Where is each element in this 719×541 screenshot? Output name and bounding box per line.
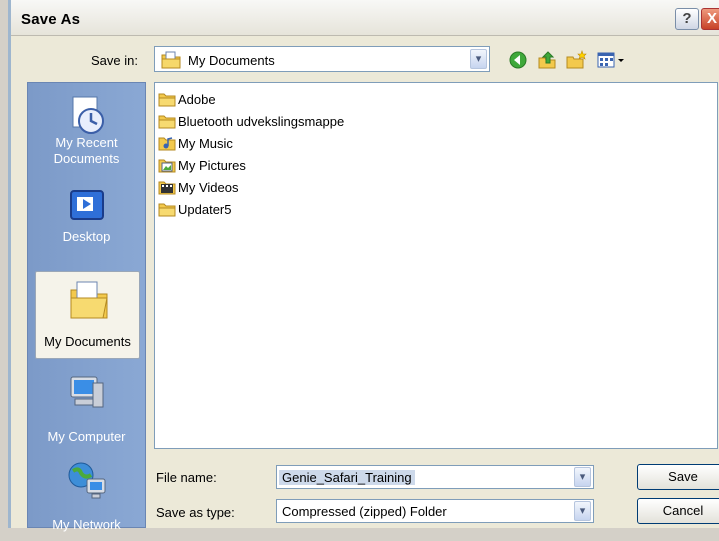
folder-icon [158, 201, 176, 220]
save-in-label: Save in: [91, 53, 138, 68]
place-my-computer[interactable]: My Computer [28, 365, 145, 453]
place-label: My Network [52, 517, 121, 532]
my-network-icon [65, 459, 109, 506]
close-button[interactable]: X [701, 8, 719, 30]
save-as-type-dropdown[interactable]: Compressed (zipped) Folder ▾ [276, 499, 594, 523]
place-label: My Computer [47, 429, 126, 444]
save-as-type-value: Compressed (zipped) Folder [282, 504, 447, 519]
chevron-down-icon[interactable]: ▾ [470, 49, 487, 69]
new-folder-icon[interactable] [565, 50, 587, 70]
my-documents-small-icon [161, 51, 181, 72]
save-in-dropdown[interactable]: My Documents ▾ [154, 46, 490, 72]
my-computer-icon [65, 371, 109, 418]
file-name: Bluetooth udvekslingsmappe [178, 114, 345, 129]
file-name: My Music [178, 136, 233, 151]
places-bar: My Recent Documents Desktop My Documents… [27, 82, 146, 532]
recent-documents-icon [65, 93, 109, 140]
place-label: My Recent Documents [53, 135, 120, 166]
desktop-icon [65, 187, 109, 230]
file-list[interactable]: Adobe Bluetooth udvekslingsmappe My Musi… [154, 82, 718, 449]
chevron-down-icon[interactable]: ▾ [574, 467, 591, 487]
file-name: Adobe [178, 92, 216, 107]
videos-folder-icon [158, 179, 176, 198]
place-label: My Documents [44, 334, 131, 349]
cancel-button[interactable]: Cancel [637, 498, 719, 524]
file-name: Updater5 [178, 202, 232, 217]
place-desktop[interactable]: Desktop [28, 181, 145, 253]
back-arrow-icon[interactable] [508, 50, 528, 70]
file-name-label: File name: [156, 470, 217, 485]
place-label: Desktop [62, 229, 111, 244]
dialog-title: Save As [21, 11, 81, 28]
save-in-value: My Documents [188, 53, 275, 68]
pictures-folder-icon [158, 157, 176, 176]
up-folder-icon[interactable] [537, 50, 557, 70]
save-as-dialog: Save As ? X Save in: My Documents ▾ My R… [8, 0, 719, 532]
file-name: My Pictures [178, 158, 246, 173]
folder-icon [158, 91, 176, 110]
file-name-value: Genie_Safari_Training [279, 470, 415, 485]
place-my-documents[interactable]: My Documents [35, 271, 140, 359]
save-button[interactable]: Save [637, 464, 719, 490]
my-documents-icon [67, 278, 111, 325]
title-bar[interactable]: Save As ? X [11, 0, 719, 36]
save-as-type-label: Save as type: [156, 505, 235, 520]
folder-icon [158, 113, 176, 132]
help-button[interactable]: ? [675, 8, 699, 30]
views-menu-icon[interactable] [597, 50, 627, 70]
chevron-down-icon[interactable]: ▾ [574, 501, 591, 521]
file-name-field[interactable]: Genie_Safari_Training ▾ [276, 465, 594, 489]
place-my-recent-documents[interactable]: My Recent Documents [28, 87, 145, 175]
file-name: My Videos [178, 180, 239, 195]
music-folder-icon [158, 135, 176, 154]
